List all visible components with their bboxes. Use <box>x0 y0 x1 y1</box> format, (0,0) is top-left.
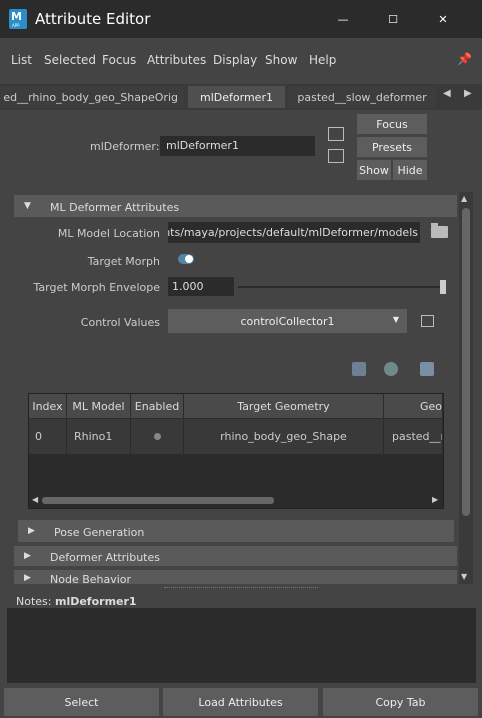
maya-app-icon: M APP <box>9 9 27 29</box>
model-location-value: C:/Users/Documents/maya/projects/default… <box>168 226 418 239</box>
menu-selected[interactable]: Selected <box>44 53 96 67</box>
menu-attributes[interactable]: Attributes <box>147 53 206 67</box>
notes-textarea[interactable] <box>7 608 476 683</box>
expand-arrow-icon: ▶ <box>28 526 35 536</box>
model-location-label: ML Model Location <box>57 227 160 240</box>
maximize-icon: ☐ <box>388 12 398 26</box>
add-model-icon[interactable] <box>352 362 366 376</box>
column-header-enabled[interactable]: Enabled <box>131 394 184 418</box>
presets-button[interactable]: Presets <box>357 137 427 157</box>
app-icon-letter: M <box>11 10 22 23</box>
hide-button[interactable]: Hide <box>393 160 427 180</box>
maximize-button[interactable]: ☐ <box>370 0 416 38</box>
scroll-right-icon[interactable]: ▶ <box>432 495 438 504</box>
expand-arrow-icon: ▶ <box>24 573 31 583</box>
column-header-target-geometry[interactable]: Target Geometry <box>184 394 384 418</box>
cell-geo[interactable]: pasted__r <box>384 419 443 454</box>
collapse-arrow-icon: ▼ <box>24 201 31 211</box>
envelope-slider-track[interactable] <box>238 286 446 288</box>
menu-display[interactable]: Display <box>213 53 257 67</box>
pane-splitter[interactable] <box>164 587 318 589</box>
train-model-icon[interactable] <box>384 362 398 376</box>
envelope-slider-handle[interactable] <box>440 280 446 294</box>
target-morph-envelope-label: Target Morph Envelope <box>33 281 160 294</box>
select-button[interactable]: Select <box>4 688 159 716</box>
ml-deformer-section-header[interactable]: ▼ ML Deformer Attributes <box>14 195 457 217</box>
tab-mldeformer[interactable]: mlDeformer1 <box>188 86 285 108</box>
node-name-field[interactable]: mlDeformer1 <box>160 136 315 156</box>
app-icon-sub: APP <box>12 23 20 28</box>
load-attributes-button[interactable]: Load Attributes <box>163 688 318 716</box>
menu-focus[interactable]: Focus <box>102 53 136 67</box>
column-header-index[interactable]: Index <box>29 394 67 418</box>
focus-button[interactable]: Focus <box>357 114 427 134</box>
menu-help[interactable]: Help <box>309 53 336 67</box>
notes-title: Notes: <box>16 595 52 608</box>
close-button[interactable]: ✕ <box>420 0 466 38</box>
expand-arrow-icon: ▶ <box>24 551 31 561</box>
chevron-down-icon: ▼ <box>392 315 399 324</box>
vertical-scroll-thumb[interactable] <box>462 208 470 516</box>
scroll-down-icon[interactable]: ▼ <box>461 572 467 581</box>
folder-icon[interactable] <box>431 223 448 238</box>
section-label: ML Deformer Attributes <box>50 201 180 214</box>
close-icon: ✕ <box>438 12 448 26</box>
enabled-indicator-icon <box>153 433 161 440</box>
notes-label: Notes: mlDeformer1 <box>16 595 137 608</box>
notes-node-name: mlDeformer1 <box>54 595 137 608</box>
scroll-left-icon[interactable]: ◀ <box>32 495 38 504</box>
target-morph-label: Target Morph <box>87 255 160 268</box>
control-connection-icon[interactable] <box>421 315 434 327</box>
node-behavior-section-header[interactable]: ▶ Node Behavior <box>14 570 457 584</box>
tab-next-icon[interactable]: ▶ <box>464 88 472 99</box>
table-view-icon[interactable] <box>420 362 434 376</box>
section-label: Deformer Attributes <box>50 551 160 564</box>
control-values-selected: controlCollector1 <box>240 314 335 328</box>
output-connection-icon[interactable] <box>328 149 344 163</box>
deformer-attributes-section-header[interactable]: ▶ Deformer Attributes <box>14 546 457 566</box>
column-header-geo[interactable]: Geo <box>384 394 443 418</box>
window-title: Attribute Editor <box>35 10 151 28</box>
cell-ml-model[interactable]: Rhino1 <box>67 419 131 454</box>
cell-target-geometry[interactable]: rhino_body_geo_Shape <box>184 419 384 454</box>
menu-list[interactable]: List <box>11 53 32 67</box>
minimize-icon: — <box>337 12 349 26</box>
model-location-field[interactable]: C:/Users/Documents/maya/projects/default… <box>168 222 420 243</box>
scroll-up-icon[interactable]: ▲ <box>461 194 467 203</box>
column-header-ml-model[interactable]: ML Model <box>67 394 131 418</box>
cell-index[interactable]: 0 <box>29 419 67 454</box>
copy-tab-button[interactable]: Copy Tab <box>323 688 478 716</box>
horizontal-scroll-thumb[interactable] <box>42 497 274 504</box>
node-name-label: mlDeformer: <box>90 140 160 153</box>
input-connection-icon[interactable] <box>328 127 344 141</box>
control-values-dropdown[interactable]: controlCollector1 ▼ <box>168 309 407 333</box>
cell-enabled[interactable] <box>131 419 184 454</box>
menu-show[interactable]: Show <box>265 53 297 67</box>
pin-icon[interactable]: 📌 <box>457 52 472 66</box>
pose-generation-section-header[interactable]: ▶ Pose Generation <box>18 520 454 542</box>
tab-shape-orig[interactable]: ed__rhino_body_geo_ShapeOrig <box>0 86 184 108</box>
show-button[interactable]: Show <box>357 160 391 180</box>
section-label: Pose Generation <box>54 526 145 539</box>
target-morph-toggle[interactable] <box>178 254 194 264</box>
minimize-button[interactable]: — <box>320 0 366 38</box>
tab-prev-icon[interactable]: ◀ <box>443 88 451 99</box>
section-label: Node Behavior <box>50 573 132 584</box>
tab-slow-deformer[interactable]: pasted__slow_deformer <box>288 86 436 108</box>
target-morph-envelope-field[interactable]: 1.000 <box>168 277 234 296</box>
control-values-label: Control Values <box>80 316 160 329</box>
